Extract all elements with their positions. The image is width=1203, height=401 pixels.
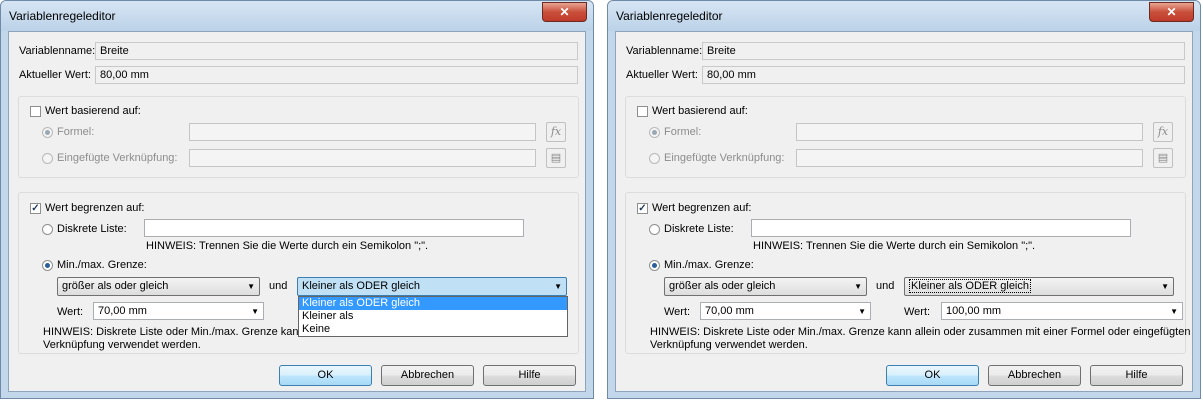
formula-label: Formel: — [57, 126, 95, 138]
and-label: und — [269, 280, 288, 292]
discrete-list-radio[interactable] — [42, 224, 53, 235]
value1-text: 70,00 mm — [98, 305, 147, 317]
formula-input[interactable] — [189, 123, 536, 141]
dialog-client-area: Variablenname: Breite Aktueller Wert: 80… — [8, 31, 586, 392]
variable-rule-editor-dialog-left: Variablenregeleditor ✕ Variablenname: Br… — [0, 0, 594, 399]
limit-label: Wert begrenzen auf: — [45, 202, 145, 214]
lower-operator-value: größer als oder gleich — [669, 280, 776, 292]
value1-text: 70,00 mm — [705, 305, 754, 317]
current-value-field: 80,00 mm — [702, 66, 1185, 84]
inserted-link-input[interactable] — [796, 149, 1143, 167]
chevron-down-icon: ▼ — [854, 282, 862, 291]
lower-operator-value: größer als oder gleich — [62, 280, 169, 292]
chevron-down-icon: ▼ — [858, 307, 866, 316]
discrete-list-label: Diskrete Liste: — [664, 223, 734, 235]
based-on-label: Wert basierend auf: — [652, 105, 748, 117]
based-on-label: Wert basierend auf: — [45, 105, 141, 117]
upper-operator-select[interactable]: Kleiner als ODER gleich ▼ — [904, 277, 1174, 296]
formula-radio[interactable] — [649, 127, 660, 138]
variable-rule-editor-dialog-right: Variablenregeleditor ✕ Variablenname: Br… — [607, 0, 1201, 399]
minmax-radio[interactable] — [42, 260, 53, 271]
discrete-list-label: Diskrete Liste: — [57, 223, 127, 235]
current-value-label: Aktueller Wert: — [19, 69, 91, 81]
discrete-list-input[interactable] — [144, 219, 524, 237]
ok-button[interactable]: OK — [279, 365, 372, 386]
title-bar[interactable]: Variablenregeleditor ✕ — [608, 1, 1200, 31]
chevron-down-icon: ▼ — [554, 282, 562, 291]
chevron-down-icon: ▼ — [1161, 282, 1169, 291]
cancel-button[interactable]: Abbrechen — [381, 365, 474, 386]
cancel-button[interactable]: Abbrechen — [988, 365, 1081, 386]
discrete-hint: HINWEIS: Trennen Sie die Werte durch ein… — [753, 240, 1036, 252]
formula-input[interactable] — [796, 123, 1143, 141]
formula-radio[interactable] — [42, 127, 53, 138]
dropdown-option[interactable]: Keine — [299, 323, 567, 336]
discrete-list-radio[interactable] — [649, 224, 660, 235]
dialog-client-area: Variablenname: Breite Aktueller Wert: 80… — [615, 31, 1193, 392]
upper-operator-value: Kleiner als ODER gleich — [302, 280, 420, 292]
limit-hint-line2: Verknüpfung verwendet werden. — [650, 339, 808, 351]
variable-name-field: Breite — [95, 42, 578, 60]
dropdown-option[interactable]: Kleiner als — [299, 310, 567, 323]
variable-name-label: Variablenname: — [19, 45, 96, 57]
formula-label: Formel: — [664, 126, 702, 138]
dialog-title: Variablenregeleditor — [9, 9, 116, 23]
chevron-down-icon: ▼ — [1170, 307, 1178, 316]
minmax-label: Min./max. Grenze: — [664, 259, 754, 271]
paste-link-icon[interactable]: ▤ — [546, 148, 566, 168]
inserted-link-label: Eingefügte Verknüpfung: — [664, 152, 785, 164]
limit-hint-line1: HINWEIS: Diskrete Liste oder Min./max. G… — [650, 326, 1191, 338]
based-on-checkbox[interactable] — [30, 106, 41, 117]
title-bar[interactable]: Variablenregeleditor ✕ — [1, 1, 593, 31]
limit-label: Wert begrenzen auf: — [652, 202, 752, 214]
dialog-title: Variablenregeleditor — [616, 9, 723, 23]
discrete-hint: HINWEIS: Trennen Sie die Werte durch ein… — [146, 240, 429, 252]
limit-hint-line2: Verknüpfung verwendet werden. — [43, 339, 201, 351]
variable-name-label: Variablenname: — [626, 45, 703, 57]
inserted-link-radio[interactable] — [42, 153, 53, 164]
chevron-down-icon: ▼ — [247, 282, 255, 291]
close-icon: ✕ — [1166, 5, 1177, 19]
value1-input[interactable]: 70,00 mm ▼ — [700, 302, 871, 320]
value1-input[interactable]: 70,00 mm ▼ — [93, 302, 264, 320]
current-value-label: Aktueller Wert: — [626, 69, 698, 81]
value1-label: Wert: — [57, 306, 84, 318]
limit-checkbox[interactable]: ✓ — [637, 203, 648, 214]
value2-label: Wert: — [904, 306, 931, 318]
value2-text: 100,00 mm — [946, 305, 1002, 317]
upper-operator-value: Kleiner als ODER gleich — [909, 279, 1031, 293]
discrete-list-input[interactable] — [751, 219, 1131, 237]
current-value-field: 80,00 mm — [95, 66, 578, 84]
ok-button[interactable]: OK — [886, 365, 979, 386]
inserted-link-label: Eingefügte Verknüpfung: — [57, 152, 178, 164]
inserted-link-radio[interactable] — [649, 153, 660, 164]
upper-operator-select[interactable]: Kleiner als ODER gleich ▼ — [297, 277, 567, 296]
based-on-checkbox[interactable] — [637, 106, 648, 117]
function-fx-icon[interactable]: fx — [1153, 122, 1173, 142]
lower-operator-select[interactable]: größer als oder gleich ▼ — [664, 277, 867, 296]
variable-name-field: Breite — [702, 42, 1185, 60]
close-icon: ✕ — [559, 5, 570, 19]
minmax-radio[interactable] — [649, 260, 660, 271]
value2-input[interactable]: 100,00 mm ▼ — [941, 302, 1183, 320]
inserted-link-input[interactable] — [189, 149, 536, 167]
paste-link-icon[interactable]: ▤ — [1153, 148, 1173, 168]
help-button[interactable]: Hilfe — [483, 365, 576, 386]
dropdown-option[interactable]: Kleiner als ODER gleich — [299, 297, 567, 310]
chevron-down-icon: ▼ — [251, 307, 259, 316]
limit-checkbox[interactable]: ✓ — [30, 203, 41, 214]
close-button[interactable]: ✕ — [542, 2, 587, 22]
function-fx-icon[interactable]: fx — [546, 122, 566, 142]
and-label: und — [876, 280, 895, 292]
minmax-label: Min./max. Grenze: — [57, 259, 147, 271]
close-button[interactable]: ✕ — [1149, 2, 1194, 22]
value1-label: Wert: — [664, 306, 691, 318]
lower-operator-select[interactable]: größer als oder gleich ▼ — [57, 277, 260, 296]
help-button[interactable]: Hilfe — [1090, 365, 1183, 386]
upper-operator-dropdown-list: Kleiner als ODER gleich Kleiner als Kein… — [298, 296, 568, 337]
limit-hint-line1: HINWEIS: Diskrete Liste oder Min./max. G… — [43, 326, 305, 338]
